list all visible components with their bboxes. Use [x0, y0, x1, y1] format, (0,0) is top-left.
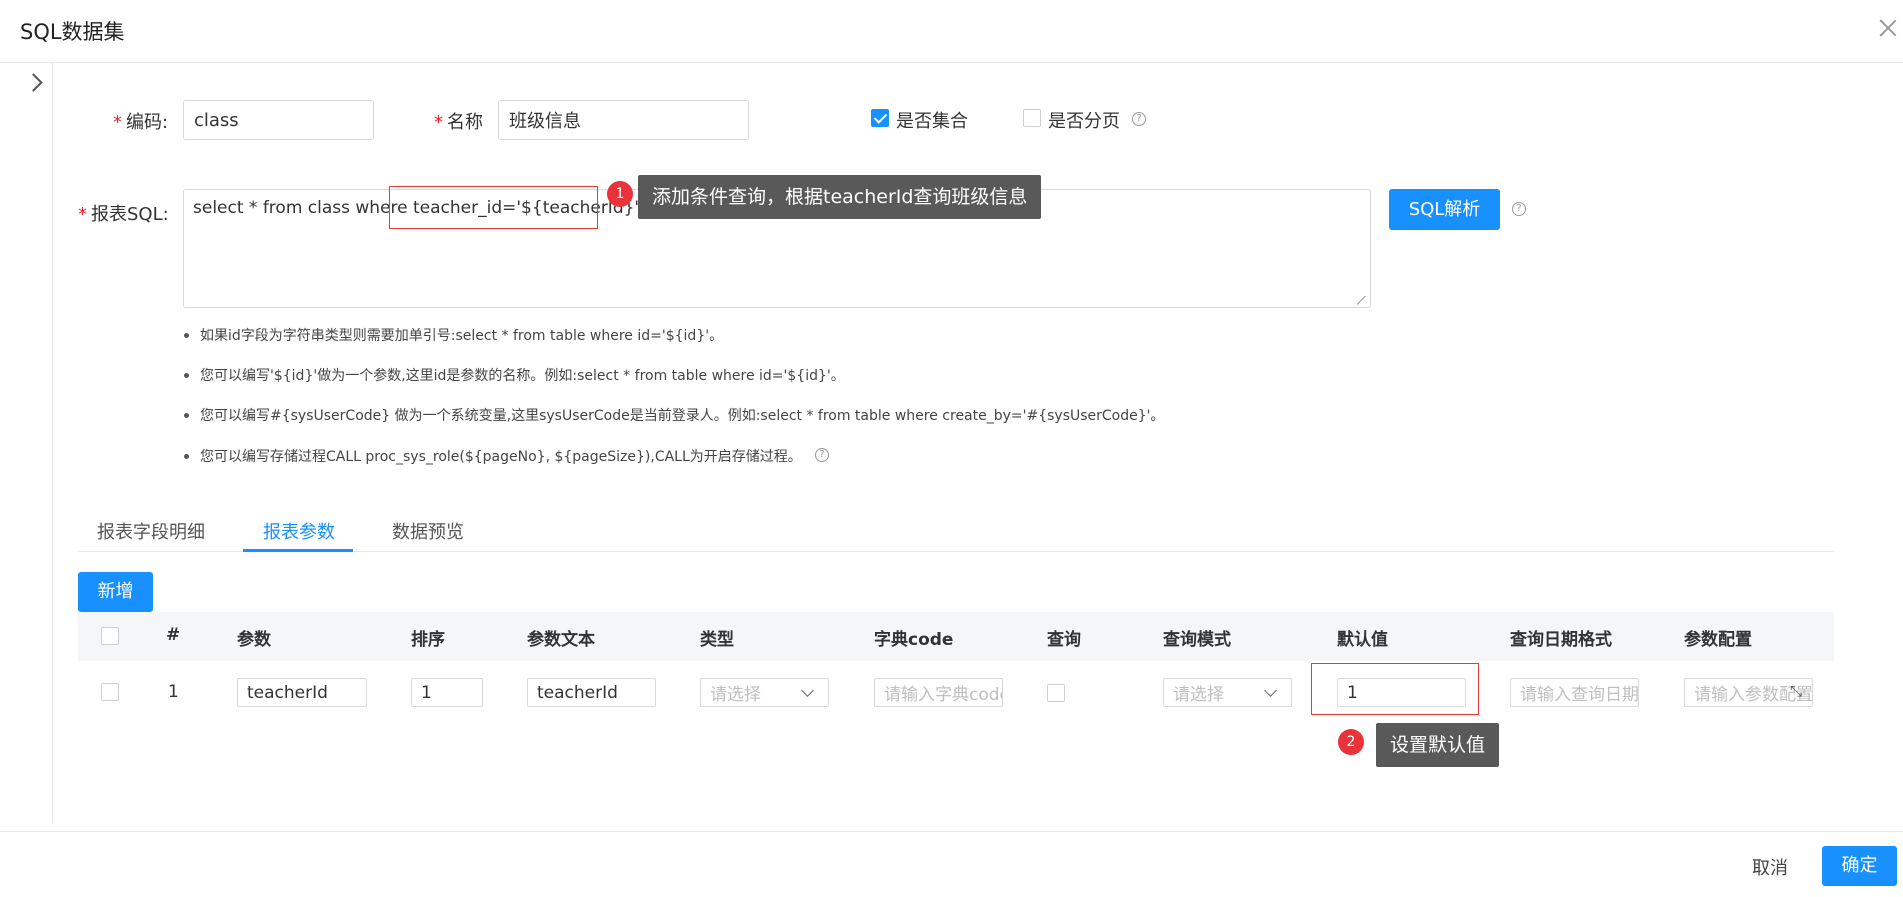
active-tab-indicator — [243, 549, 353, 552]
close-icon[interactable] — [1876, 16, 1900, 40]
bullet — [184, 413, 189, 418]
is-paged-checkbox[interactable] — [1023, 109, 1041, 127]
sql-parse-button[interactable]: SQL解析 — [1389, 189, 1500, 230]
tip-line: 您可以编写'${id}'做为一个参数,这里id是参数的名称。例如:select … — [200, 368, 845, 384]
param-text-input[interactable]: teacherId — [527, 678, 656, 707]
dict-code-input[interactable]: 请输入字典code — [874, 678, 1003, 707]
help-icon[interactable]: ? — [1132, 112, 1146, 126]
is-collection-label: 是否集合 — [896, 111, 968, 132]
bullet — [184, 373, 189, 378]
default-value-highlight-box — [1311, 663, 1479, 715]
tip-line: 如果id字段为字符串类型则需要加单引号:select * from table … — [200, 328, 724, 344]
row-index: 1 — [168, 682, 179, 702]
column-header: 类型 — [700, 630, 734, 650]
footer-divider — [0, 831, 1903, 832]
tab-data-preview[interactable]: 数据预览 — [392, 518, 464, 544]
column-header: 默认值 — [1337, 630, 1388, 650]
bullet — [184, 454, 189, 459]
row-checkbox[interactable] — [101, 683, 119, 701]
order-input[interactable]: 1 — [411, 678, 483, 707]
name-label: * 名称 — [434, 112, 483, 133]
date-format-input[interactable]: 请输入查询日期格式 — [1510, 678, 1639, 707]
help-icon[interactable]: ? — [815, 448, 829, 462]
bullet — [184, 333, 189, 338]
left-rail-divider — [52, 63, 53, 823]
column-header: 参数配置 — [1684, 630, 1752, 650]
confirm-button[interactable]: 确定 — [1822, 846, 1897, 886]
column-header: 参数文本 — [527, 630, 595, 650]
tab-field-details[interactable]: 报表字段明细 — [97, 518, 205, 544]
column-header: 查询模式 — [1163, 630, 1231, 650]
column-header: 查询日期格式 — [1510, 630, 1612, 650]
annotation-badge-1: 1 — [607, 181, 633, 207]
is-paged-label: 是否分页 — [1048, 111, 1120, 132]
query-checkbox[interactable] — [1047, 684, 1065, 702]
annotation-tooltip-2: 设置默认值 — [1376, 723, 1500, 767]
column-header: 排序 — [411, 630, 445, 650]
add-button[interactable]: 新增 — [78, 572, 153, 612]
modal-title: SQL数据集 — [20, 20, 125, 44]
annotation-badge-2: 2 — [1338, 729, 1364, 755]
code-label: * 编码: — [113, 112, 169, 133]
tip-line: 您可以编写存储过程CALL proc_sys_role(${pageNo}, $… — [200, 449, 802, 465]
param-input[interactable]: teacherId — [237, 678, 367, 707]
is-collection-checkbox[interactable] — [871, 109, 889, 127]
column-header: # — [166, 625, 181, 645]
column-header: 查询 — [1047, 630, 1081, 650]
expand-icon[interactable]: ⤡ — [1790, 682, 1802, 700]
resize-handle[interactable] — [1357, 294, 1367, 304]
select-all-checkbox[interactable] — [101, 627, 119, 645]
annotation-tooltip-1: 添加条件查询，根据teacherId查询班级信息 — [638, 175, 1042, 219]
tab-report-params[interactable]: 报表参数 — [263, 518, 335, 544]
modal-header — [0, 0, 1903, 63]
column-header: 参数 — [237, 630, 271, 650]
code-input[interactable]: class — [183, 100, 374, 140]
sql-label: * 报表SQL: — [78, 204, 169, 225]
help-icon[interactable]: ? — [1512, 202, 1526, 216]
cancel-button[interactable]: 取消 — [1752, 854, 1788, 880]
sql-highlight-box — [389, 186, 598, 229]
column-header: 字典code — [874, 630, 954, 650]
name-input[interactable]: 班级信息 — [498, 100, 749, 140]
chevron-right-icon[interactable] — [24, 72, 46, 94]
tip-line: 您可以编写#{sysUserCode} 做为一个系统变量,这里sysUserCo… — [200, 408, 1165, 424]
